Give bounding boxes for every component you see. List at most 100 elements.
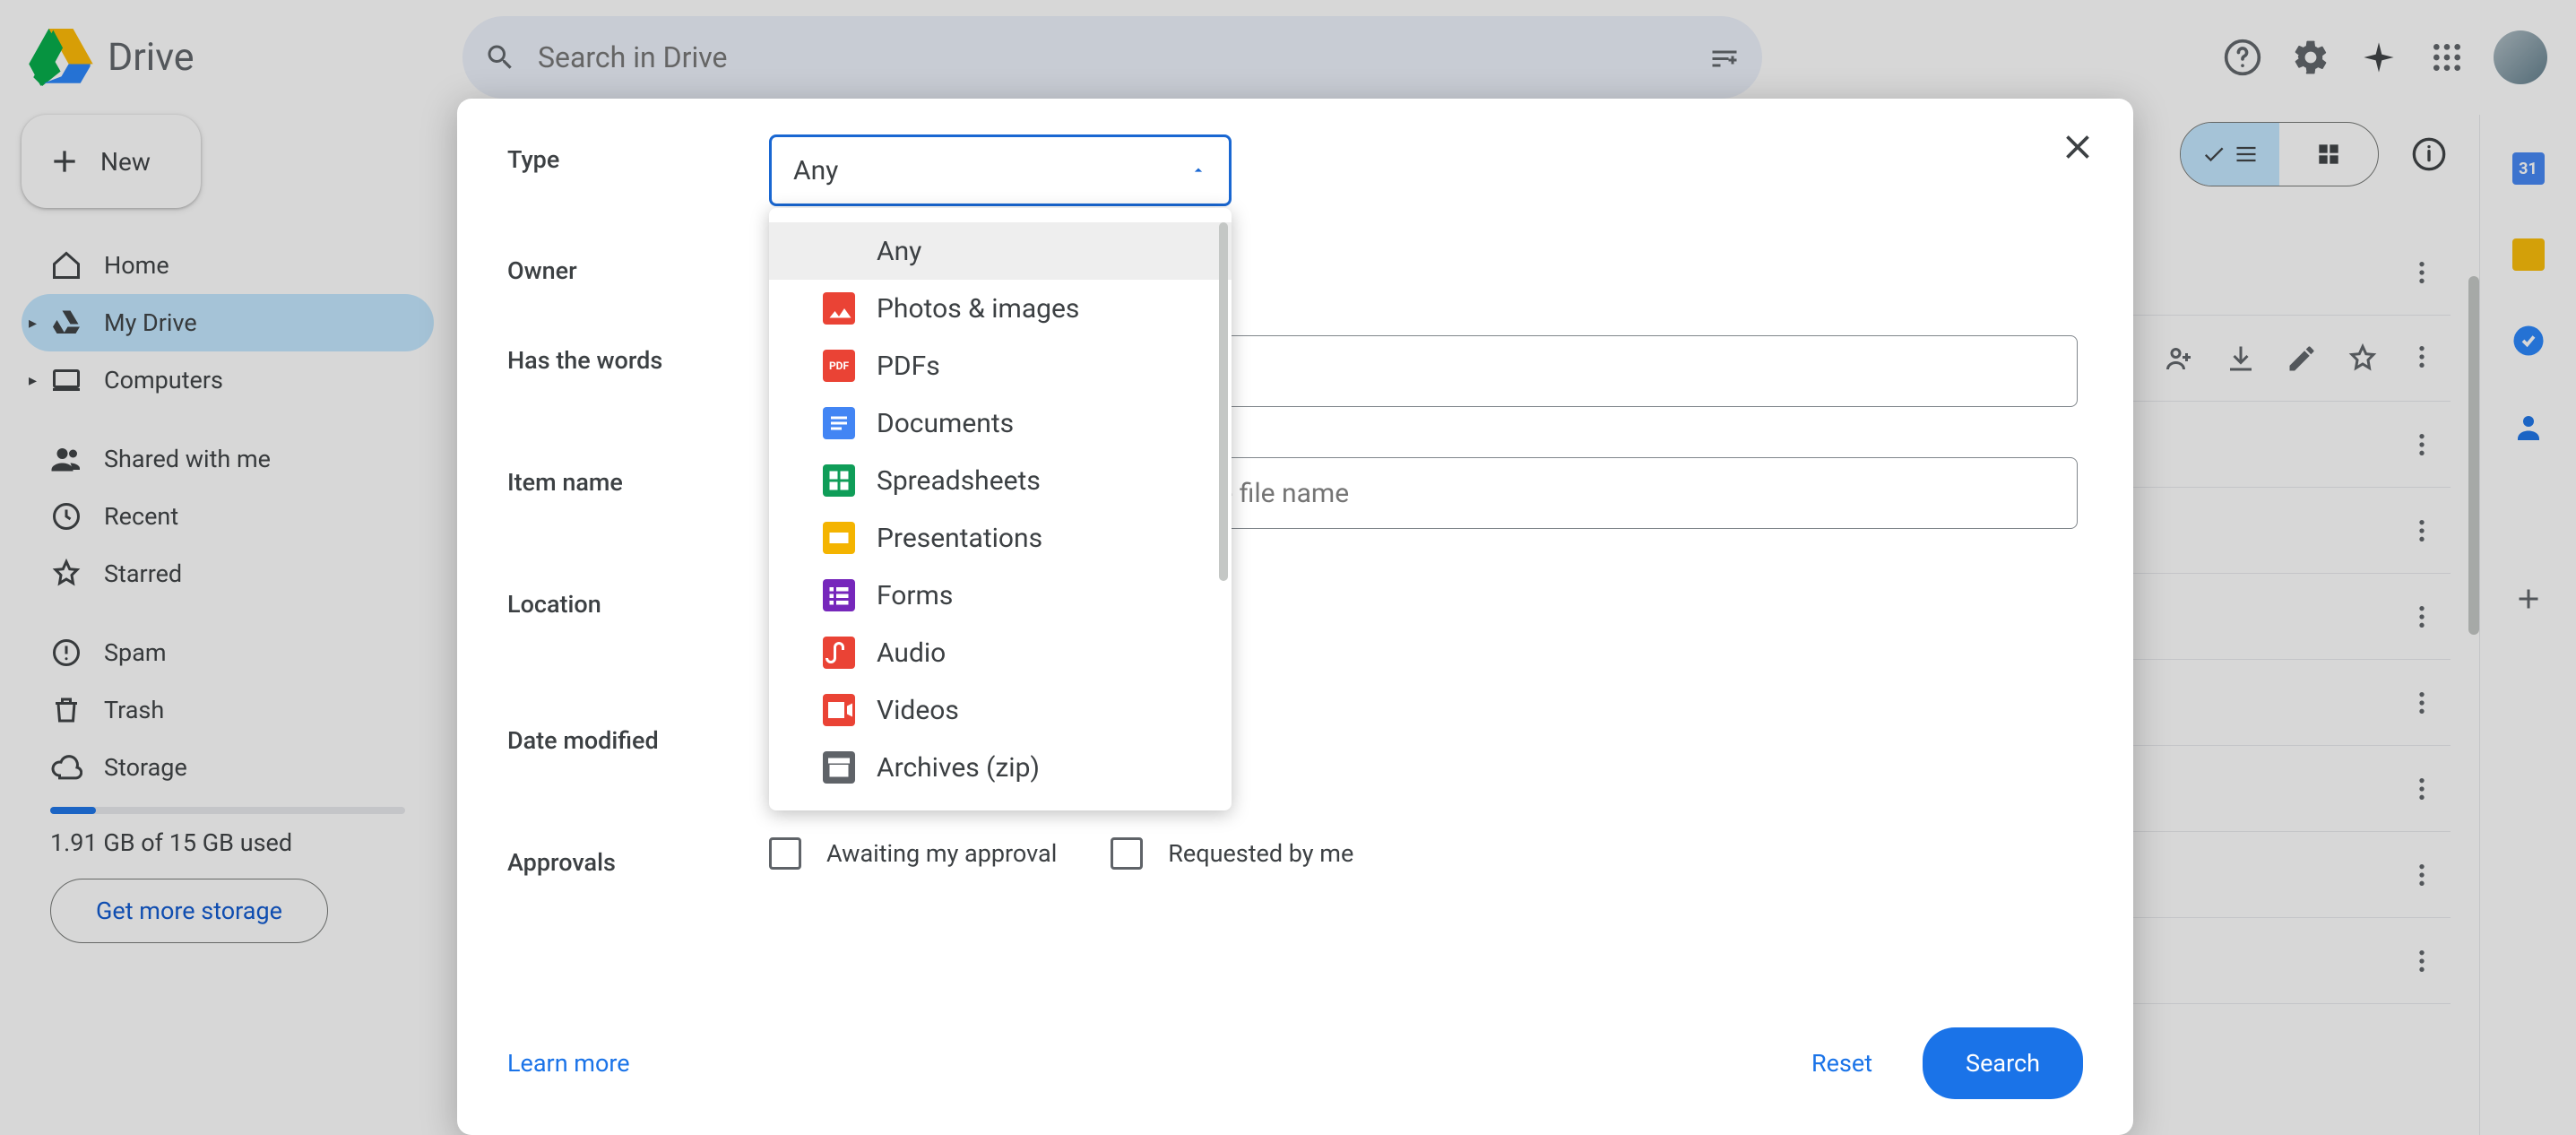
sidebar-item-storage[interactable]: Storage (22, 739, 434, 796)
type-option-photos[interactable]: Photos & images (769, 280, 1232, 337)
grid-view-button[interactable] (2279, 123, 2378, 186)
search-icon (484, 41, 516, 74)
archive-icon (823, 751, 855, 784)
more-icon[interactable] (2407, 947, 2436, 975)
cloud-icon (50, 751, 82, 784)
storage-bar (50, 807, 405, 814)
more-icon[interactable] (2407, 516, 2436, 545)
photos-icon (823, 292, 855, 325)
sidebar-item-label: Storage (104, 753, 187, 782)
pdf-icon: PDF (823, 350, 855, 382)
checkbox-icon (769, 837, 801, 870)
checkbox-label: Awaiting my approval (826, 839, 1057, 868)
calendar-icon[interactable]: 31 (2511, 151, 2546, 186)
type-option-documents[interactable]: Documents (769, 394, 1232, 452)
type-option-pdfs[interactable]: PDF PDFs (769, 337, 1232, 394)
more-icon[interactable] (2407, 430, 2436, 459)
sidebar-item-my-drive[interactable]: ▸ My Drive (22, 294, 434, 351)
learn-more-link[interactable]: Learn more (507, 1049, 630, 1078)
type-option-spreadsheets[interactable]: Spreadsheets (769, 452, 1232, 509)
search-bar[interactable] (462, 16, 1762, 99)
sidebar-item-trash[interactable]: Trash (22, 681, 434, 739)
checkbox-label: Requested by me (1168, 839, 1353, 868)
sidebar-item-home[interactable]: Home (22, 237, 434, 294)
star-icon[interactable] (2347, 342, 2379, 375)
option-label: Documents (877, 408, 1014, 439)
more-icon[interactable] (2407, 775, 2436, 803)
scrollbar[interactable] (2468, 276, 2479, 635)
type-option-videos[interactable]: Videos (769, 681, 1232, 739)
new-button[interactable]: New (22, 115, 201, 208)
top-right-actions (2221, 30, 2547, 84)
expand-caret-icon[interactable]: ▸ (29, 314, 37, 333)
help-icon[interactable] (2221, 36, 2264, 79)
type-option-any[interactable]: Any (769, 222, 1232, 280)
expand-caret-icon[interactable]: ▸ (29, 371, 37, 390)
list-icon (2234, 142, 2259, 167)
get-more-storage-button[interactable]: Get more storage (50, 879, 328, 943)
option-label: Spreadsheets (877, 465, 1041, 497)
field-label-approvals: Approvals (507, 837, 769, 877)
details-info-icon[interactable] (2407, 133, 2451, 176)
option-label: Audio (877, 637, 946, 669)
more-icon[interactable] (2407, 602, 2436, 631)
type-select[interactable]: Any (769, 134, 1232, 206)
option-label: Photos & images (877, 293, 1079, 325)
more-icon[interactable] (2407, 689, 2436, 717)
logo-section[interactable]: Drive (29, 29, 448, 86)
advanced-search-modal: Type Any Any Photos & images PDF PDFs (457, 99, 2133, 1135)
sidebar-item-label: Recent (104, 502, 178, 531)
search-button[interactable]: Search (1923, 1027, 2083, 1099)
edit-icon[interactable] (2286, 342, 2318, 375)
gemini-icon[interactable] (2357, 36, 2400, 79)
reset-button[interactable]: Reset (1783, 1031, 1901, 1096)
keep-icon[interactable] (2511, 237, 2546, 273)
clock-icon (50, 500, 82, 533)
slides-icon (823, 522, 855, 554)
dropdown-scrollbar[interactable] (1219, 222, 1228, 581)
sidebar-item-computers[interactable]: ▸ Computers (22, 351, 434, 409)
apps-grid-icon[interactable] (2425, 36, 2468, 79)
type-option-forms[interactable]: Forms (769, 567, 1232, 624)
option-label: Forms (877, 580, 953, 611)
contacts-icon[interactable] (2511, 409, 2546, 445)
sidebar-item-recent[interactable]: Recent (22, 488, 434, 545)
new-button-label: New (100, 147, 151, 177)
type-option-presentations[interactable]: Presentations (769, 509, 1232, 567)
search-input[interactable] (538, 40, 1687, 74)
sidebar-item-starred[interactable]: Starred (22, 545, 434, 602)
type-option-audio[interactable]: Audio (769, 624, 1232, 681)
sidebar-item-shared[interactable]: Shared with me (22, 430, 434, 488)
more-icon[interactable] (2407, 258, 2436, 287)
sheets-icon (823, 464, 855, 497)
star-icon (50, 558, 82, 590)
settings-gear-icon[interactable] (2289, 36, 2332, 79)
search-options-icon[interactable] (1708, 41, 1741, 74)
field-label-date-modified: Date modified (507, 715, 769, 755)
computers-icon (50, 364, 82, 396)
awaiting-approval-checkbox[interactable]: Awaiting my approval (769, 837, 1057, 870)
type-option-archives[interactable]: Archives (zip) (769, 739, 1232, 796)
list-view-button[interactable] (2181, 123, 2279, 186)
share-icon[interactable] (2164, 342, 2196, 375)
download-icon[interactable] (2225, 342, 2257, 375)
audio-icon (823, 637, 855, 669)
account-avatar[interactable] (2494, 30, 2547, 84)
more-icon[interactable] (2407, 342, 2436, 371)
view-toggle[interactable] (2180, 122, 2379, 186)
more-icon[interactable] (2407, 861, 2436, 889)
home-icon (50, 249, 82, 282)
field-label-has-words: Has the words (507, 335, 769, 375)
option-label: Videos (877, 695, 959, 726)
field-label-item-name: Item name (507, 457, 769, 497)
videos-icon (823, 694, 855, 726)
requested-by-me-checkbox[interactable]: Requested by me (1111, 837, 1353, 870)
sidebar-item-spam[interactable]: Spam (22, 624, 434, 681)
top-bar: Drive (0, 0, 2576, 115)
people-icon (50, 443, 82, 475)
add-panel-icon[interactable] (2511, 581, 2546, 617)
option-label: Any (877, 236, 921, 267)
drive-logo-icon (29, 29, 93, 86)
type-dropdown: Any Photos & images PDF PDFs Documents S… (769, 208, 1232, 810)
tasks-icon[interactable] (2511, 323, 2546, 359)
